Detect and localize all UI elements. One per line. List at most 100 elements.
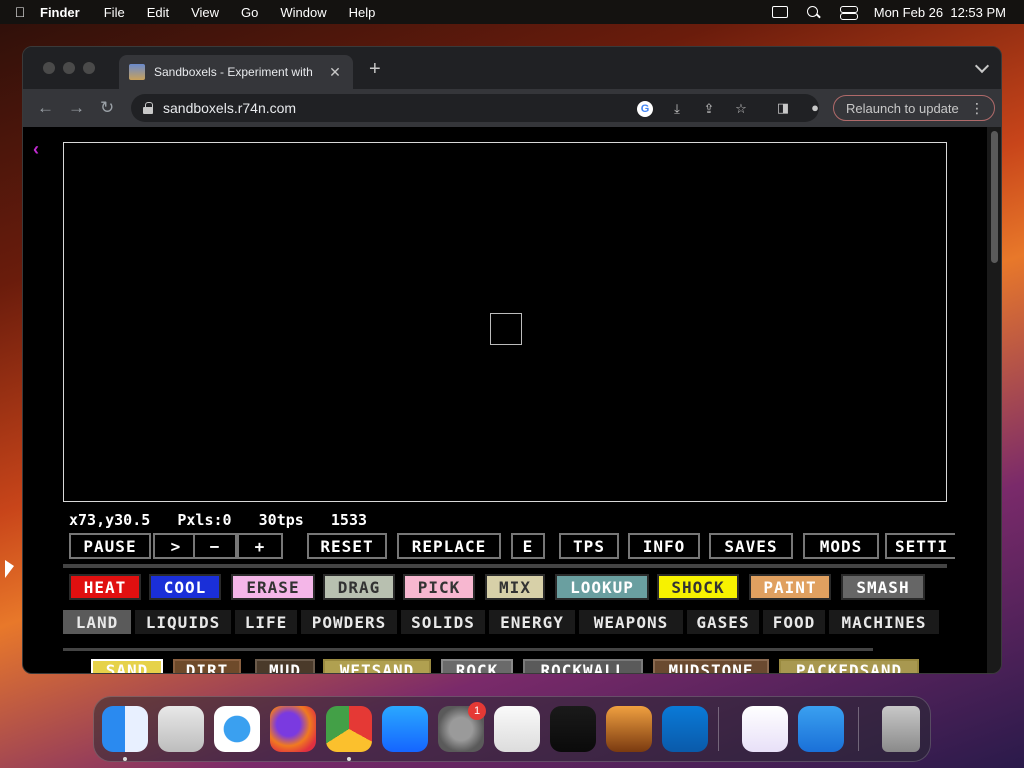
control-reset-button[interactable]: Reset (307, 533, 387, 559)
element-dirt-button[interactable]: Dirt (173, 659, 241, 673)
tab-title: Sandboxels - Experiment with (154, 65, 313, 79)
control-minus-button[interactable]: − (193, 533, 237, 559)
menu-window[interactable]: Window (280, 5, 326, 20)
reload-button[interactable]: ↻ (100, 98, 114, 118)
tab-search-chevron-icon[interactable] (974, 58, 990, 74)
zoom-window-button[interactable] (83, 62, 95, 74)
bookmark-star-icon[interactable]: ☆ (733, 101, 749, 117)
screen-mirroring-icon[interactable] (771, 6, 788, 18)
forward-button[interactable]: → (68, 98, 85, 118)
dock: 1 (93, 696, 931, 762)
finder-app-icon[interactable] (102, 706, 148, 752)
menu-go[interactable]: Go (241, 5, 258, 20)
control-plus-button[interactable]: + (237, 533, 283, 559)
share-icon[interactable]: ⇪ (701, 101, 717, 117)
favicon-icon (129, 64, 145, 80)
control-info-button[interactable]: Info (628, 533, 700, 559)
category-energy-tab[interactable]: Energy (489, 610, 575, 634)
url-text: sandboxels.r74n.com (163, 100, 297, 116)
element-packedsand-button[interactable]: PackedSand (779, 659, 919, 673)
brush-cursor (490, 313, 522, 345)
tool-lookup-button[interactable]: Lookup (555, 574, 649, 600)
menu-view[interactable]: View (191, 5, 219, 20)
tool-pick-button[interactable]: Pick (403, 574, 475, 600)
profile-icon[interactable]: ● (807, 100, 823, 116)
element-mud-button[interactable]: Mud (255, 659, 315, 673)
close-tab-icon[interactable]: ✕ (327, 64, 343, 81)
chrome-app-icon[interactable] (326, 706, 372, 752)
control-replace-button[interactable]: Replace (397, 533, 501, 559)
scrollbar-thumb[interactable] (991, 131, 998, 263)
visual-studio-app-icon[interactable] (742, 706, 788, 752)
tool-heat-button[interactable]: Heat (69, 574, 141, 600)
browser-tab[interactable]: Sandboxels - Experiment with ✕ (119, 55, 353, 89)
menu-file[interactable]: File (104, 5, 125, 20)
side-panel-icon[interactable]: ◨ (775, 100, 791, 116)
launchpad-app-icon[interactable] (158, 706, 204, 752)
category-liquids-tab[interactable]: Liquids (135, 610, 231, 634)
menu-clock[interactable]: Mon Feb 26 12:53 PM (874, 5, 1006, 20)
menu-finder[interactable]: Finder (40, 5, 80, 20)
tool-shock-button[interactable]: Shock (657, 574, 739, 600)
element-sand-button[interactable]: Sand (91, 659, 163, 673)
install-app-icon[interactable]: ⤓ (669, 101, 685, 117)
category-food-tab[interactable]: Food (763, 610, 825, 634)
sandbox-canvas[interactable] (63, 142, 947, 502)
spotlight-search-icon[interactable] (806, 5, 822, 19)
terminal-app-icon[interactable] (550, 706, 596, 752)
control-tps-button[interactable]: Tps (559, 533, 619, 559)
relaunch-to-update-button[interactable]: Relaunch to update ⋮ (833, 95, 995, 121)
category-gases-tab[interactable]: Gases (687, 610, 759, 634)
lock-icon[interactable] (143, 102, 153, 114)
menu-help[interactable]: Help (349, 5, 376, 20)
running-indicator (123, 757, 127, 761)
new-tab-button[interactable]: + (369, 59, 381, 79)
control-mods-button[interactable]: Mods (803, 533, 879, 559)
more-menu-icon[interactable]: ⋮ (970, 99, 984, 117)
control-setti-button[interactable]: Setti (885, 533, 955, 559)
apple-menu-icon[interactable]:  (0, 4, 40, 20)
control-saves-button[interactable]: Saves (709, 533, 793, 559)
category-land-tab[interactable]: Land (63, 610, 131, 634)
back-button[interactable]: ← (37, 98, 54, 118)
control-e-button[interactable]: E (511, 533, 545, 559)
dock-separator (858, 707, 859, 751)
category-powders-tab[interactable]: Powders (301, 610, 397, 634)
element-rockwall-button[interactable]: RockWall (523, 659, 643, 673)
tool-mix-button[interactable]: Mix (485, 574, 545, 600)
element-mudstone-button[interactable]: Mudstone (653, 659, 769, 673)
tool-smash-button[interactable]: Smash (841, 574, 925, 600)
app-store-app-icon[interactable] (382, 706, 428, 752)
vs-code-app-icon[interactable] (662, 706, 708, 752)
menu-edit[interactable]: Edit (147, 5, 169, 20)
web-page: ‹ x73,y30.5 Pxls:0 30tps 1533 Pause > − + Re… (23, 127, 989, 673)
close-window-button[interactable] (43, 62, 55, 74)
google-lens-icon[interactable]: G (637, 101, 653, 117)
category-machines-tab[interactable]: Machines (829, 610, 939, 634)
tool-drag-button[interactable]: Drag (323, 574, 395, 600)
garageband-app-icon[interactable] (606, 706, 652, 752)
element-wetsand-button[interactable]: WetSand (323, 659, 431, 673)
page-scrollbar[interactable] (987, 127, 1001, 673)
address-bar[interactable]: sandboxels.r74n.com G ⤓ ⇪ ☆ (131, 94, 819, 122)
safari-app-icon[interactable] (214, 706, 260, 752)
control-pause-button[interactable]: Pause (69, 533, 151, 559)
category-life-tab[interactable]: Life (235, 610, 297, 634)
back-chevron-icon[interactable]: ‹ (33, 139, 39, 160)
tool-paint-button[interactable]: Paint (749, 574, 831, 600)
category-weapons-tab[interactable]: Weapons (579, 610, 683, 634)
trash-app-icon[interactable] (882, 706, 920, 752)
category-scrollbar[interactable] (63, 648, 873, 651)
textedit-app-icon[interactable] (494, 706, 540, 752)
dock-separator (718, 707, 719, 751)
toolbar-scrollbar[interactable] (63, 564, 947, 568)
tool-cool-button[interactable]: Cool (149, 574, 221, 600)
minimize-window-button[interactable] (63, 62, 75, 74)
element-rock-button[interactable]: Rock (441, 659, 513, 673)
category-solids-tab[interactable]: Solids (401, 610, 485, 634)
control-center-icon[interactable] (839, 6, 858, 20)
firefox-app-icon[interactable] (270, 706, 316, 752)
tab-strip: Sandboxels - Experiment with ✕ + (23, 47, 1001, 89)
weather-app-icon[interactable] (798, 706, 844, 752)
tool-erase-button[interactable]: Erase (231, 574, 315, 600)
